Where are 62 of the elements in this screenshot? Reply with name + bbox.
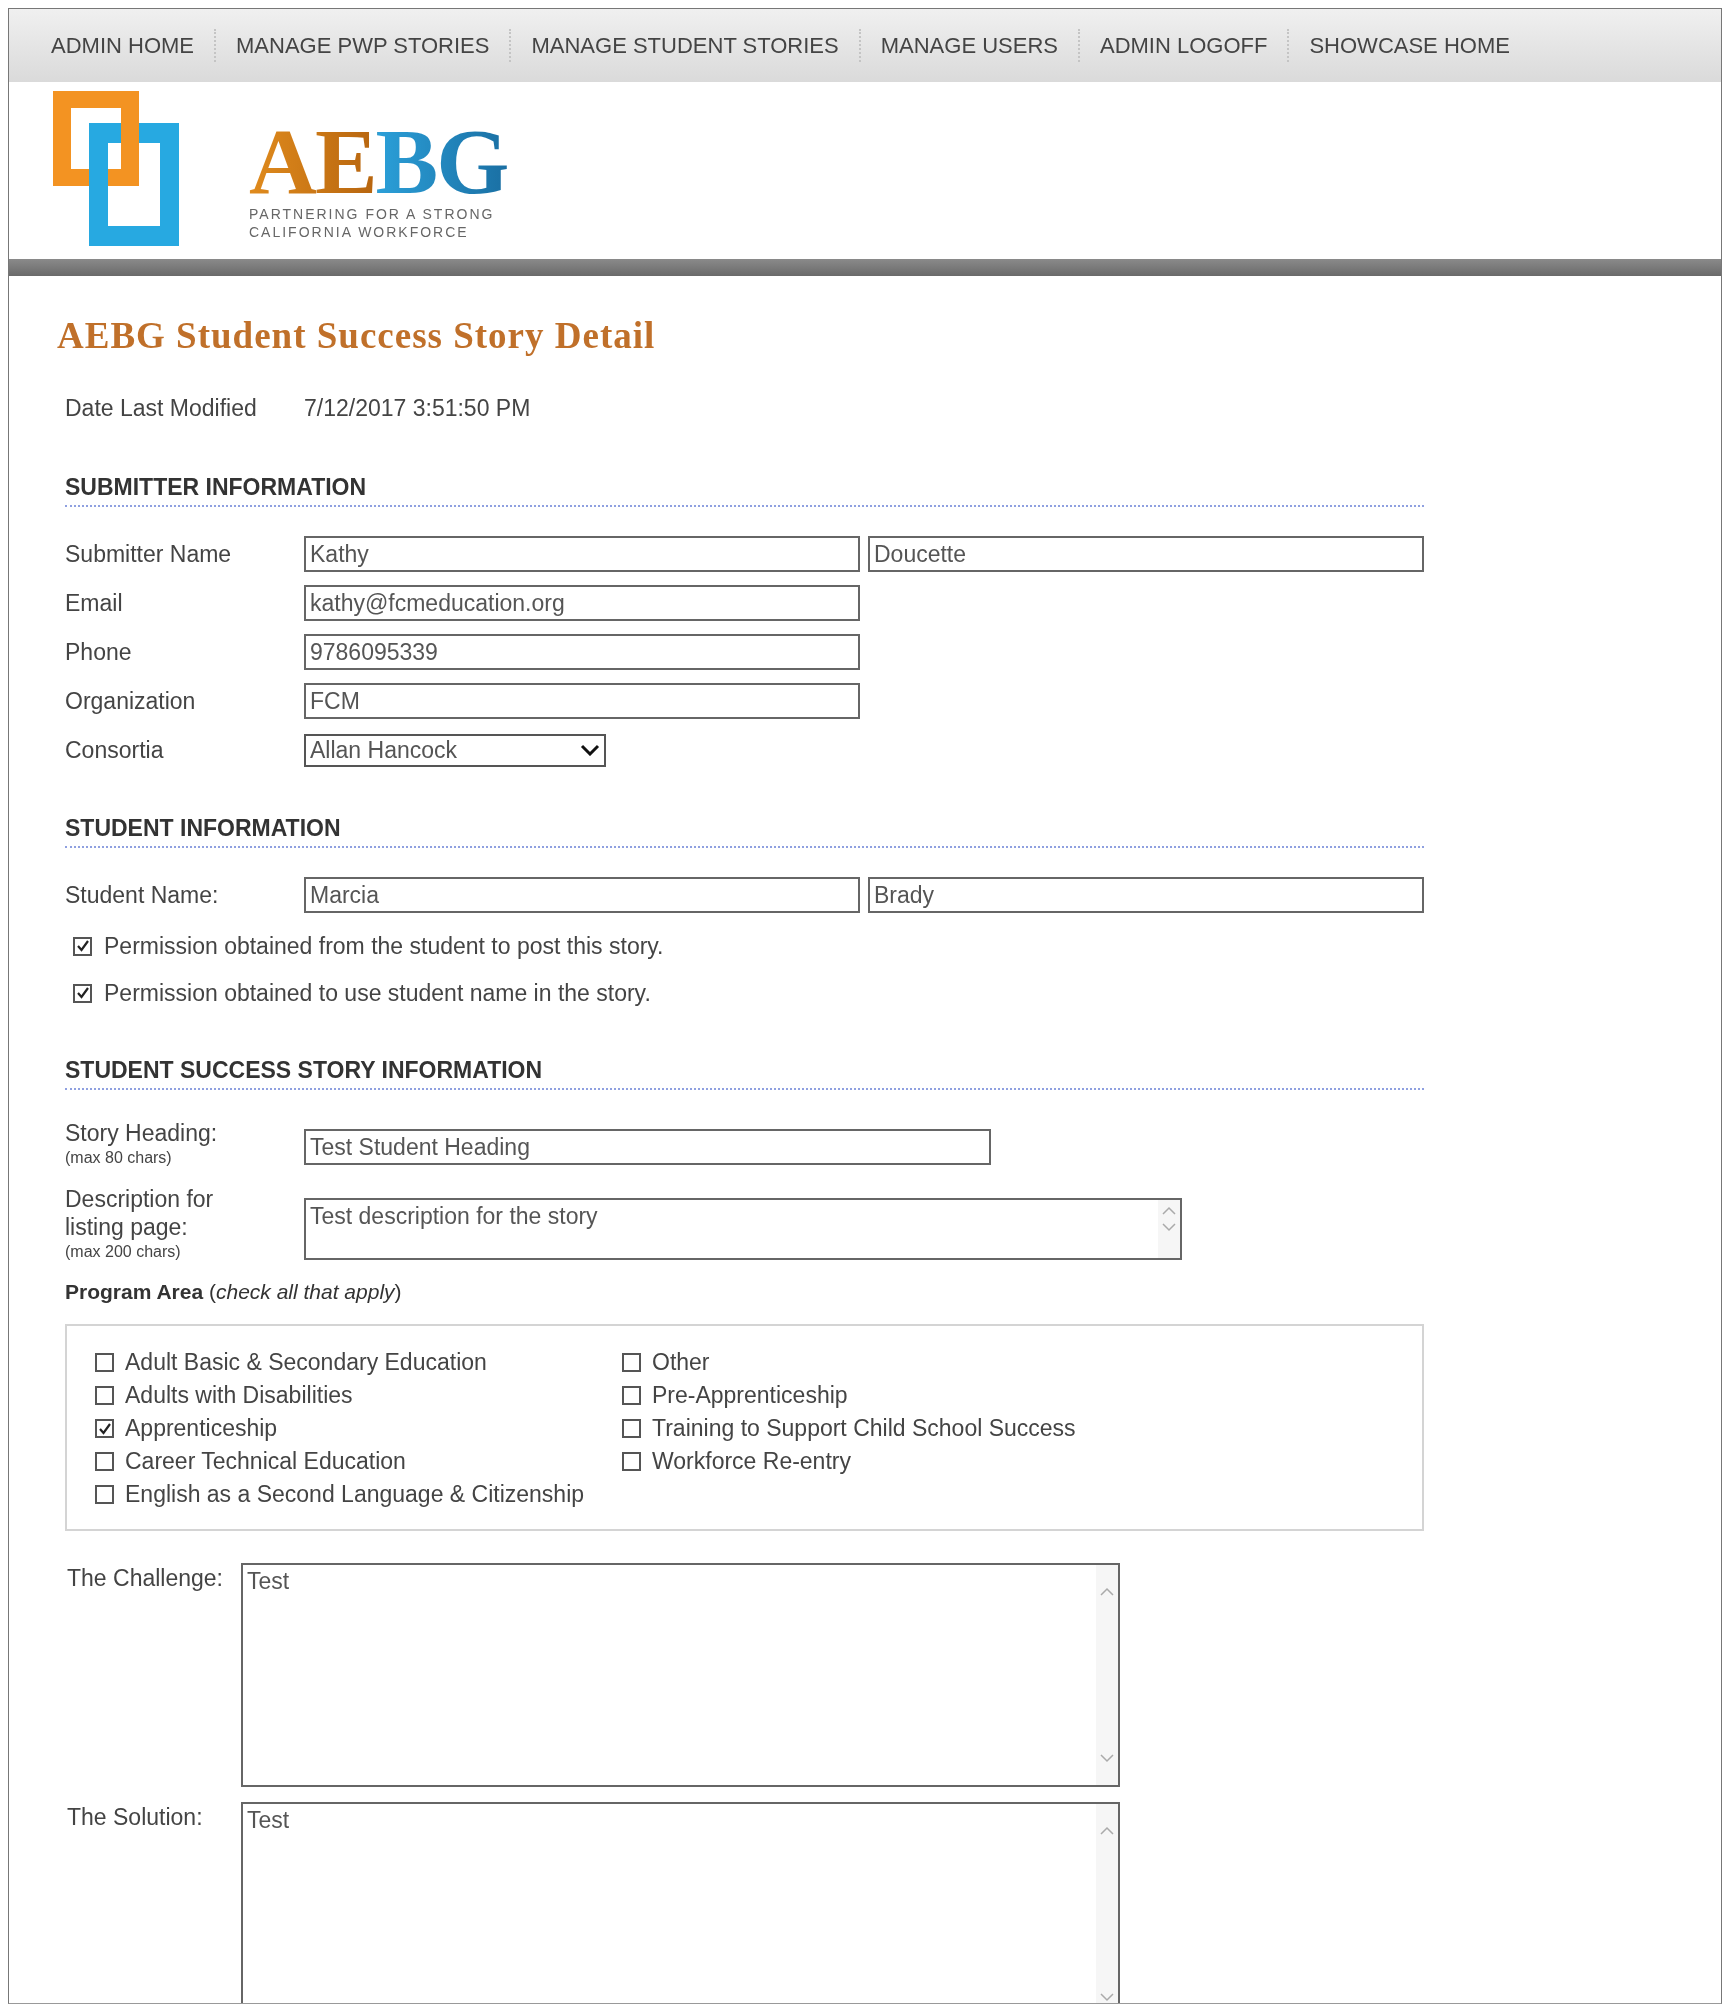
checkbox[interactable]	[95, 1452, 114, 1471]
field-label: Organization	[65, 686, 197, 716]
checkbox[interactable]	[622, 1386, 641, 1405]
char-limit-note: (max 200 chars)	[65, 1242, 182, 1262]
checkbox-label: Permission obtained to use student name in the story.	[104, 978, 651, 1008]
checkbox-label: Career Technical Education	[125, 1447, 406, 1477]
text-input[interactable]: Doucette	[868, 536, 1424, 572]
checkbox[interactable]	[622, 1353, 641, 1372]
char-limit-note: (max 80 chars)	[65, 1148, 173, 1168]
checkbox[interactable]	[622, 1419, 641, 1438]
field-label: Date Last Modified	[65, 393, 258, 423]
checkbox-label: Adults with Disabilities	[125, 1381, 353, 1411]
checkbox[interactable]	[95, 1386, 114, 1405]
text-area[interactable]: Test description for the story	[304, 1198, 1182, 1260]
field-label: Submitter Name	[65, 539, 233, 569]
checkbox-label: Pre-Apprenticeship	[652, 1381, 848, 1411]
checkbox-label: Adult Basic & Secondary Education	[125, 1348, 487, 1378]
text-area[interactable]: Test	[241, 1563, 1120, 1787]
nav-link[interactable]: MANAGE USERS	[858, 29, 1078, 62]
checkbox-label: Training to Support Child School Success	[652, 1414, 1076, 1444]
field-label: Consortia	[65, 735, 165, 765]
text-input[interactable]: Marcia	[304, 877, 860, 913]
field-label: The Challenge:	[67, 1564, 224, 1592]
checkbox[interactable]	[73, 936, 92, 956]
checkbox[interactable]	[95, 1353, 114, 1372]
nav-link[interactable]: MANAGE STUDENT STORIES	[509, 29, 859, 62]
nav-link[interactable]: ADMIN LOGOFF	[1078, 29, 1288, 62]
date-value: 7/12/2017 3:51:50 PM	[304, 393, 531, 423]
field-label: The Solution:	[67, 1803, 204, 1831]
nav-link[interactable]: SHOWCASE HOME	[1287, 29, 1530, 62]
section-heading: SUBMITTER INFORMATION	[65, 473, 1424, 507]
nav-link[interactable]: ADMIN HOME	[31, 29, 214, 62]
caret-icon	[580, 744, 600, 756]
logo-tagline: PARTNERING FOR A STRONG	[249, 205, 496, 223]
checkbox-label: English as a Second Language & Citizenship	[125, 1480, 585, 1510]
page-title: AEBG Student Success Story Detail	[57, 316, 657, 356]
field-label: Email	[65, 588, 124, 618]
field-label: Story Heading:	[65, 1119, 219, 1147]
text-input[interactable]: 9786095339	[304, 634, 860, 670]
field-label: Description for listing page:	[65, 1185, 215, 1241]
text-input[interactable]: Kathy	[304, 536, 860, 572]
section-heading: STUDENT SUCCESS STORY INFORMATION	[65, 1056, 1424, 1090]
text-area[interactable]: Test	[241, 1802, 1120, 2003]
dropdown[interactable]: Allan Hancock	[304, 733, 606, 767]
text-input[interactable]: kathy@fcmeducation.org	[304, 585, 860, 621]
section-heading: STUDENT INFORMATION	[65, 814, 1424, 848]
text-input[interactable]: Brady	[868, 877, 1424, 913]
checkbox[interactable]	[622, 1452, 641, 1471]
checkbox[interactable]	[95, 1419, 114, 1438]
text-input[interactable]: FCM	[304, 683, 860, 719]
checkbox-label: Other	[652, 1348, 710, 1378]
logo-tagline: CALIFORNIA WORKFORCE	[249, 223, 470, 241]
checkbox[interactable]	[95, 1485, 114, 1504]
checkbox-label: Apprenticeship	[125, 1414, 278, 1444]
program-area-label: Program Area (check all that apply)	[65, 1279, 403, 1305]
field-label: Student Name:	[65, 880, 220, 910]
nav-link[interactable]: MANAGE PWP STORIES	[214, 29, 510, 62]
checkbox-label: Permission obtained from the student to post this story.	[104, 931, 664, 961]
text-input[interactable]: Test Student Heading	[304, 1129, 991, 1165]
checkbox[interactable]	[73, 983, 92, 1003]
checkbox-label: Workforce Re-entry	[652, 1447, 851, 1477]
field-label: Phone	[65, 637, 133, 667]
